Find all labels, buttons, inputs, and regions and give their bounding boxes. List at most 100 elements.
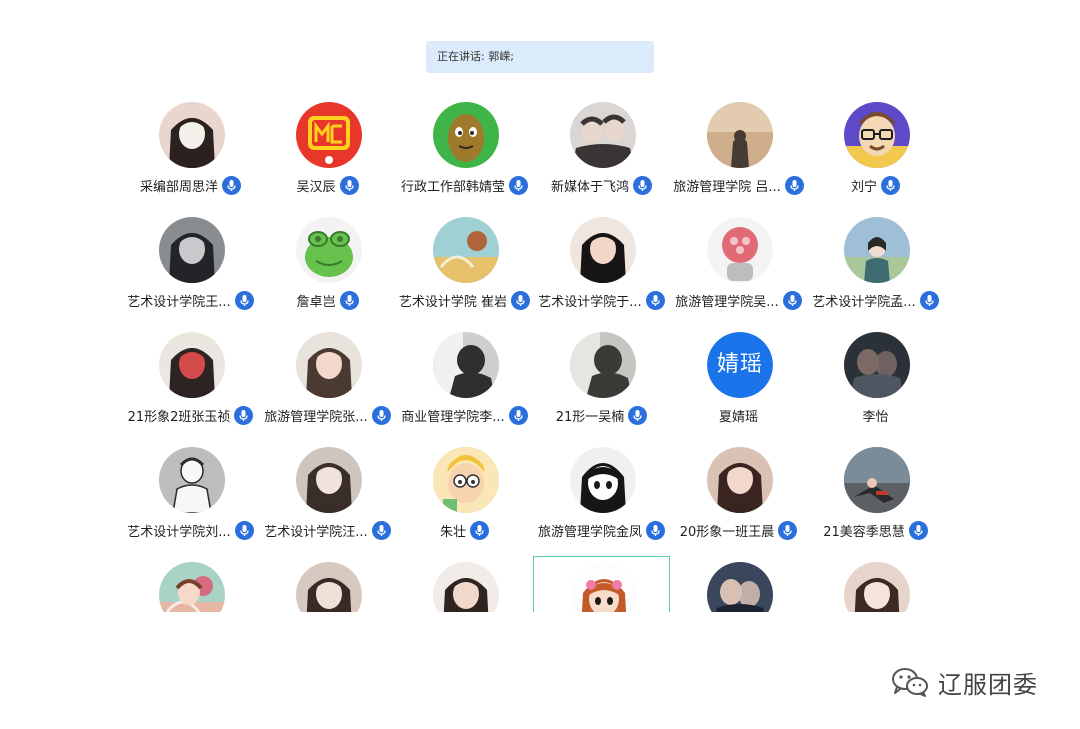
participant-name-row: 商业管理学院李... xyxy=(396,405,533,425)
microphone-icon[interactable] xyxy=(470,520,489,540)
participant-tile[interactable]: 詹卓岂 xyxy=(259,211,396,326)
photo-girl-icon xyxy=(570,217,636,283)
microphone-icon[interactable] xyxy=(633,175,652,195)
microphone-icon[interactable] xyxy=(234,520,254,540)
participant-tile[interactable]: 采编部周思洋 xyxy=(122,96,259,211)
participant-tile[interactable]: 吴汉辰 xyxy=(259,96,396,211)
participant-name: 旅游管理学院金凤 xyxy=(537,524,642,540)
participant-tile[interactable]: 20形象一班王晨 xyxy=(670,441,807,556)
photo-girl-icon xyxy=(433,562,499,612)
participant-tile[interactable]: 21美容季思慧 xyxy=(807,441,944,556)
participant-name-row: 艺术设计学院于... xyxy=(533,290,670,310)
participant-tile[interactable]: 朱壮 xyxy=(396,441,533,556)
participant-name: 艺术设计学院汪... xyxy=(264,524,368,540)
participant-tile[interactable]: 艺术设计学院王... xyxy=(122,211,259,326)
participant-name-row: 旅游管理学院金凤 xyxy=(533,520,670,540)
avatar-initials: 婧瑶 xyxy=(707,332,773,398)
participant-name-row: 20形象一班王晨 xyxy=(670,520,807,540)
participant-tile[interactable]: 婧瑶 夏婧瑶 xyxy=(670,326,807,441)
participant-grid: 采编部周思洋 吴汉辰 行政工作部韩婧莹 新媒体于飞鸿 旅游管理学院 吕... 刘宁艺术设计… xyxy=(122,96,960,612)
participant-tile[interactable]: 艺术设计学院 崔岩 xyxy=(396,211,533,326)
participant-name-row: 21形一吴楠 xyxy=(533,405,670,425)
microphone-icon[interactable] xyxy=(908,520,928,540)
microphone-icon[interactable] xyxy=(339,290,359,310)
cartoon-boy-icon xyxy=(433,447,499,513)
participant-name-row: 艺术设计学院 崔岩 xyxy=(396,290,533,310)
participant-name-row: 吴汉辰 xyxy=(259,175,396,195)
microphone-icon[interactable] xyxy=(234,405,254,425)
participant-grid-viewport[interactable]: 采编部周思洋 吴汉辰 行政工作部韩婧莹 新媒体于飞鸿 旅游管理学院 吕... 刘宁艺术设计… xyxy=(120,96,960,612)
participant-name: 艺术设计学院 崔岩 xyxy=(398,294,508,310)
participant-name: 旅游管理学院张... xyxy=(264,409,368,425)
microphone-icon[interactable] xyxy=(782,290,802,310)
participant-tile[interactable] xyxy=(807,556,944,612)
microphone-icon[interactable] xyxy=(371,520,391,540)
text-avatar: 婧瑶 xyxy=(707,332,773,398)
participant-name-row: 艺术设计学院刘... xyxy=(122,520,259,540)
participant-tile[interactable]: 旅游管理学院张... xyxy=(259,326,396,441)
participant-tile[interactable]: 刘宁 xyxy=(807,96,944,211)
participant-tile[interactable]: 旅游管理学院吴... xyxy=(670,211,807,326)
microphone-icon[interactable] xyxy=(645,290,665,310)
participant-tile[interactable] xyxy=(533,556,670,612)
microphone-icon[interactable] xyxy=(511,290,531,310)
cartoon-girl-icon xyxy=(571,563,637,612)
participant-name: 行政工作部韩婧莹 xyxy=(400,179,505,195)
participant-name-row: 旅游管理学院 吕... xyxy=(670,175,807,195)
participant-name: 20形象一班王晨 xyxy=(679,524,775,540)
microphone-icon[interactable] xyxy=(234,290,254,310)
photo-people-icon xyxy=(570,102,636,168)
participant-tile[interactable]: 艺术设计学院刘... xyxy=(122,441,259,556)
participant-tile[interactable] xyxy=(670,556,807,612)
microphone-icon[interactable] xyxy=(784,175,804,195)
mc-logo-icon xyxy=(296,102,362,168)
participant-tile[interactable]: 21形一吴楠 xyxy=(533,326,670,441)
microphone-icon[interactable] xyxy=(371,405,391,425)
participant-tile[interactable]: 艺术设计学院孟... xyxy=(807,211,944,326)
participant-tile[interactable] xyxy=(259,556,396,612)
participant-tile[interactable]: 艺术设计学院于... xyxy=(533,211,670,326)
participant-tile[interactable]: 21形象2班张玉祯 xyxy=(122,326,259,441)
participant-name: 朱壮 xyxy=(439,524,466,540)
microphone-icon[interactable] xyxy=(508,405,528,425)
microphone-icon[interactable] xyxy=(919,290,939,310)
participant-name-row: 艺术设计学院孟... xyxy=(807,290,944,310)
photo-beach-icon xyxy=(707,102,773,168)
participant-name-row: 詹卓岂 xyxy=(259,290,396,310)
participant-name-row: 夏婧瑶 xyxy=(670,405,807,425)
microphone-icon[interactable] xyxy=(222,175,241,195)
participant-name: 商业管理学院李... xyxy=(401,409,505,425)
participant-name: 21形象2班张玉祯 xyxy=(127,409,231,425)
painting-girl-icon xyxy=(159,562,225,612)
participant-name: 夏婧瑶 xyxy=(718,409,758,425)
participant-name-row: 21美容季思慧 xyxy=(807,520,944,540)
microphone-icon[interactable] xyxy=(339,175,359,195)
participant-tile[interactable]: 艺术设计学院汪... xyxy=(259,441,396,556)
microphone-icon[interactable] xyxy=(628,405,648,425)
microphone-icon[interactable] xyxy=(881,175,900,195)
participant-tile[interactable]: 商业管理学院李... xyxy=(396,326,533,441)
photo-couple-icon xyxy=(844,332,910,398)
participant-name: 李怡 xyxy=(862,409,889,425)
participant-tile[interactable]: 旅游管理学院 吕... xyxy=(670,96,807,211)
painting-icon xyxy=(433,217,499,283)
wechat-icon xyxy=(890,666,930,698)
microphone-icon[interactable] xyxy=(778,520,798,540)
participant-tile[interactable]: 新媒体于飞鸿 xyxy=(533,96,670,211)
participant-tile[interactable]: 李怡 xyxy=(807,326,944,441)
photo-girl-icon xyxy=(159,102,225,168)
participant-name-row: 采编部周思洋 xyxy=(122,175,259,195)
speaking-indicator: 正在讲话: 郭嵘; xyxy=(426,41,654,73)
participant-tile[interactable] xyxy=(122,556,259,612)
participant-name: 采编部周思洋 xyxy=(139,179,218,195)
participant-tile[interactable]: 旅游管理学院金凤 xyxy=(533,441,670,556)
photo-girl-icon xyxy=(707,447,773,513)
microphone-icon[interactable] xyxy=(509,175,528,195)
microphone-icon[interactable] xyxy=(646,520,665,540)
photo-mirror-icon xyxy=(570,332,636,398)
participant-tile[interactable]: 行政工作部韩婧莹 xyxy=(396,96,533,211)
participant-name-row: 李怡 xyxy=(807,405,944,425)
participant-tile[interactable] xyxy=(396,556,533,612)
participant-name: 新媒体于飞鸿 xyxy=(550,179,629,195)
cartoon-glasses-icon xyxy=(844,102,910,168)
